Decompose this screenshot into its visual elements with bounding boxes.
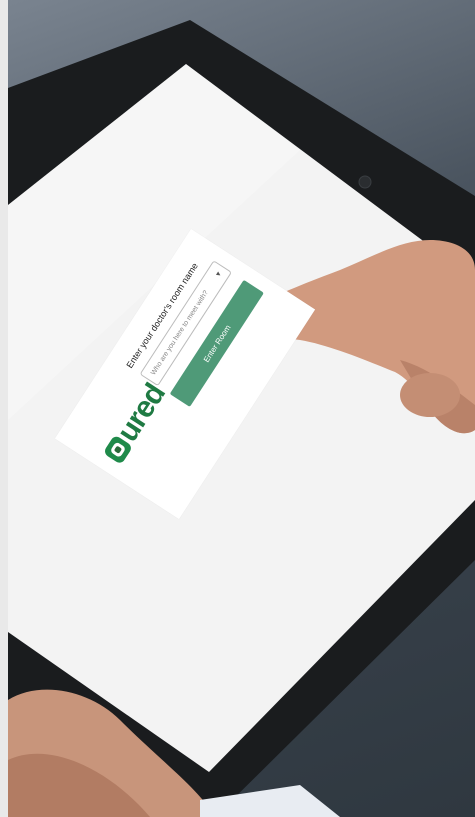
chevron-down-icon: ▾ [213,269,223,278]
logo-wordmark: ured [110,378,172,448]
qured-logo: ured [99,378,172,467]
room-entry-card: ured Enter your doctor's room name Who a… [54,228,316,520]
